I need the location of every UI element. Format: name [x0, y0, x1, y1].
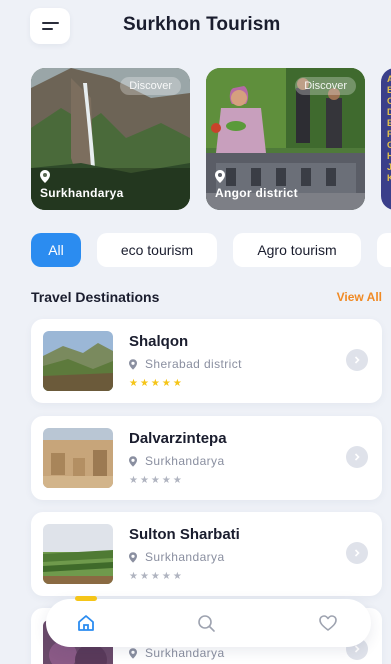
location-pin-icon — [215, 170, 225, 183]
home-icon[interactable] — [74, 611, 98, 635]
destination-card[interactable]: Sulton Sharbati Surkhandarya ★★★★★ — [31, 512, 382, 596]
location-pin-icon — [40, 170, 50, 183]
destination-location: Sherabad district — [129, 357, 242, 371]
hamburger-icon[interactable] — [30, 8, 70, 44]
location-pin-icon — [129, 358, 137, 370]
location-pin-icon — [129, 455, 137, 467]
chevron-right-icon[interactable] — [346, 542, 368, 564]
chip-all[interactable]: All — [31, 233, 81, 267]
featured-card-angor-district[interactable]: Discover Angor district — [206, 68, 365, 210]
app-title: Surkhon Tourism — [123, 14, 281, 35]
destination-name: Shalqon — [129, 333, 189, 350]
destination-name: Sulton Sharbati — [129, 526, 240, 543]
card-location-label: Angor district — [215, 186, 298, 200]
section-title: Travel Destinations — [31, 289, 160, 305]
app-screen: Surkhon Tourism Discover Surkhandarya Di… — [0, 0, 391, 664]
active-indicator — [75, 596, 97, 601]
view-all-link[interactable]: View All — [337, 290, 382, 304]
featured-carousel[interactable]: Discover Surkhandarya Discover Angor dis… — [31, 68, 391, 210]
destination-location-text: Surkhandarya — [145, 550, 225, 564]
chip-agro-tourism[interactable]: Agro tourism — [233, 233, 361, 267]
header: Surkhon Tourism — [0, 8, 391, 44]
destination-thumbnail — [43, 331, 113, 391]
discover-badge: Discover — [120, 77, 181, 95]
card-partial-graphic: ABCDEFGHIJK — [387, 74, 391, 183]
bottom-nav — [46, 596, 371, 647]
destination-card[interactable]: Dalvarzintepa Surkhandarya ★★★★★ — [31, 416, 382, 500]
star-rating: ★★★★★ — [129, 475, 184, 486]
search-icon[interactable] — [194, 611, 218, 635]
location-pin-icon — [129, 647, 137, 659]
destination-location-text: Sherabad district — [145, 357, 242, 371]
featured-card-surkhandarya[interactable]: Discover Surkhandarya — [31, 68, 190, 210]
chip-partial[interactable] — [377, 233, 391, 267]
star-rating: ★★★★★ — [129, 378, 184, 389]
destination-name: Dalvarzintepa — [129, 430, 227, 447]
card-location-label: Surkhandarya — [40, 186, 124, 200]
location-pin-icon — [129, 551, 137, 563]
destination-location: Surkhandarya — [129, 646, 225, 660]
category-chips: All eco tourism Agro tourism — [31, 233, 391, 267]
destination-thumbnail — [43, 524, 113, 584]
destination-location-text: Surkhandarya — [145, 646, 225, 660]
destination-card[interactable]: Shalqon Sherabad district ★★★★★ — [31, 319, 382, 403]
chevron-right-icon[interactable] — [346, 349, 368, 371]
featured-card-partial[interactable]: ABCDEFGHIJK — [381, 68, 391, 210]
star-rating: ★★★★★ — [129, 571, 184, 582]
chevron-right-icon[interactable] — [346, 446, 368, 468]
destination-location: Surkhandarya — [129, 454, 225, 468]
destination-location: Surkhandarya — [129, 550, 225, 564]
heart-icon[interactable] — [316, 611, 340, 635]
destination-location-text: Surkhandarya — [145, 454, 225, 468]
discover-badge: Discover — [295, 77, 356, 95]
destination-thumbnail — [43, 428, 113, 488]
chip-eco-tourism[interactable]: eco tourism — [97, 233, 217, 267]
